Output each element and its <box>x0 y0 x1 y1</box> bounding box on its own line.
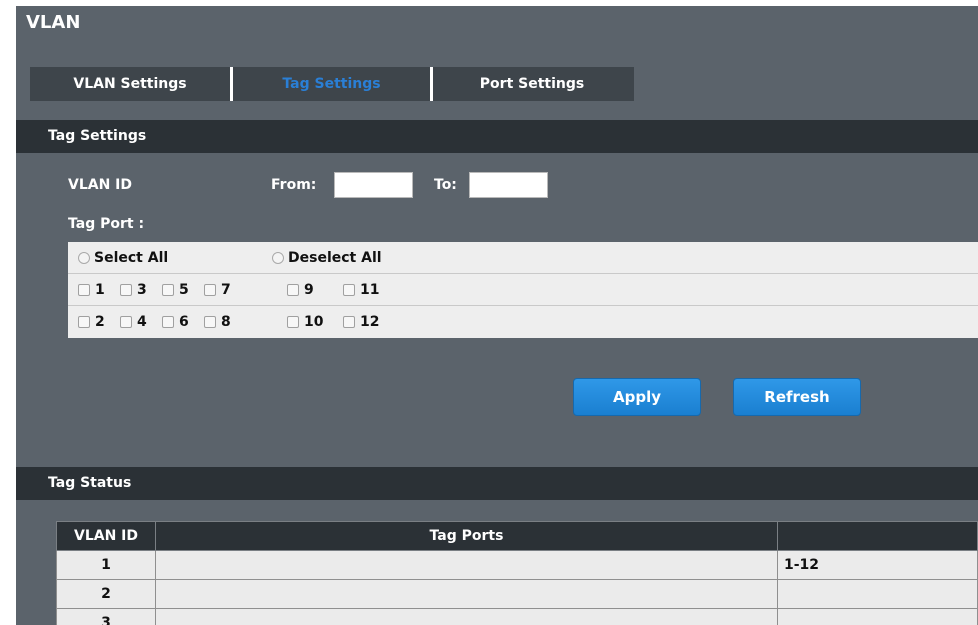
port-6-label: 6 <box>179 314 189 330</box>
port-1-option[interactable]: 1 <box>78 282 105 298</box>
table-row: 3 <box>56 608 978 625</box>
port-11-option[interactable]: 11 <box>343 282 379 298</box>
port-3-checkbox[interactable] <box>120 283 132 296</box>
port-4-checkbox[interactable] <box>120 316 132 328</box>
column-header-vlan-id: VLAN ID <box>56 521 156 551</box>
from-input[interactable] <box>334 172 413 198</box>
port-12-option[interactable]: 12 <box>343 314 379 330</box>
column-header-untitled <box>777 521 978 551</box>
port-1-checkbox[interactable] <box>78 283 90 296</box>
to-label: To: <box>434 177 457 193</box>
port-7-checkbox[interactable] <box>204 283 216 296</box>
port-12-checkbox[interactable] <box>343 316 355 328</box>
port-10-option[interactable]: 10 <box>287 314 323 330</box>
port-3-label: 3 <box>137 281 147 298</box>
tag-status-table: VLAN ID Tag Ports 1 1-12 2 3 <box>56 521 978 625</box>
row-untagged-ports <box>777 608 978 625</box>
port-4-label: 4 <box>137 314 147 330</box>
deselect-all-radio[interactable] <box>272 251 284 264</box>
port-5-option[interactable]: 5 <box>162 282 189 298</box>
tag-status-header: Tag Status <box>16 467 978 500</box>
tab-port-settings[interactable]: Port Settings <box>433 67 631 101</box>
port-11-label: 11 <box>360 281 380 298</box>
port-9-checkbox[interactable] <box>287 283 299 296</box>
port-8-option[interactable]: 8 <box>204 314 231 330</box>
port-11-checkbox[interactable] <box>343 283 355 296</box>
row-tag-ports <box>155 550 778 580</box>
select-all-option[interactable]: Select All <box>78 250 168 266</box>
row-untagged-ports <box>777 579 978 609</box>
ports-row-odd: 1 3 5 7 9 11 <box>68 274 978 306</box>
tag-port-label: Tag Port : <box>68 216 145 232</box>
port-3-option[interactable]: 3 <box>120 282 147 298</box>
vlan-id-label: VLAN ID <box>68 177 133 193</box>
deselect-all-label: Deselect All <box>288 249 382 266</box>
port-7-label: 7 <box>221 281 231 298</box>
apply-button[interactable]: Apply <box>573 378 701 416</box>
select-row: Select All Deselect All <box>68 242 978 274</box>
select-all-radio[interactable] <box>78 251 90 264</box>
port-2-option[interactable]: 2 <box>78 314 105 330</box>
row-tag-ports <box>155 608 778 625</box>
page-title: VLAN <box>26 12 81 33</box>
row-vlan-id: 3 <box>56 608 156 625</box>
table-header-row: VLAN ID Tag Ports <box>56 521 978 551</box>
row-untagged-ports: 1-12 <box>777 550 978 580</box>
tab-tag-settings[interactable]: Tag Settings <box>230 67 433 101</box>
port-12-label: 12 <box>360 314 380 330</box>
row-vlan-id: 1 <box>56 550 156 580</box>
column-header-tag-ports: Tag Ports <box>155 521 778 551</box>
port-7-option[interactable]: 7 <box>204 282 231 298</box>
port-5-label: 5 <box>179 281 189 298</box>
row-vlan-id: 2 <box>56 579 156 609</box>
table-row: 1 1-12 <box>56 550 978 580</box>
tab-bar: VLAN Settings Tag Settings Port Settings <box>30 67 634 101</box>
select-all-label: Select All <box>94 249 169 266</box>
tab-vlan-settings[interactable]: VLAN Settings <box>30 67 230 101</box>
port-6-checkbox[interactable] <box>162 316 174 328</box>
refresh-button[interactable]: Refresh <box>733 378 861 416</box>
port-8-checkbox[interactable] <box>204 316 216 328</box>
tag-settings-header: Tag Settings <box>16 120 978 153</box>
port-5-checkbox[interactable] <box>162 283 174 296</box>
row-tag-ports <box>155 579 778 609</box>
deselect-all-option[interactable]: Deselect All <box>272 250 382 266</box>
port-9-label: 9 <box>304 281 314 298</box>
port-1-label: 1 <box>95 281 105 298</box>
from-label: From: <box>271 177 317 193</box>
vlan-panel: VLAN VLAN Settings Tag Settings Port Set… <box>16 6 978 625</box>
port-8-label: 8 <box>221 314 231 330</box>
port-4-option[interactable]: 4 <box>120 314 147 330</box>
port-2-checkbox[interactable] <box>78 316 90 328</box>
port-2-label: 2 <box>95 314 105 330</box>
tag-port-table: Select All Deselect All 1 3 5 7 9 11 2 4… <box>68 242 978 338</box>
table-row: 2 <box>56 579 978 609</box>
port-6-option[interactable]: 6 <box>162 314 189 330</box>
ports-row-even: 2 4 6 8 10 12 <box>68 306 978 338</box>
port-10-label: 10 <box>304 314 324 330</box>
to-input[interactable] <box>469 172 548 198</box>
port-9-option[interactable]: 9 <box>287 282 314 298</box>
port-10-checkbox[interactable] <box>287 316 299 328</box>
